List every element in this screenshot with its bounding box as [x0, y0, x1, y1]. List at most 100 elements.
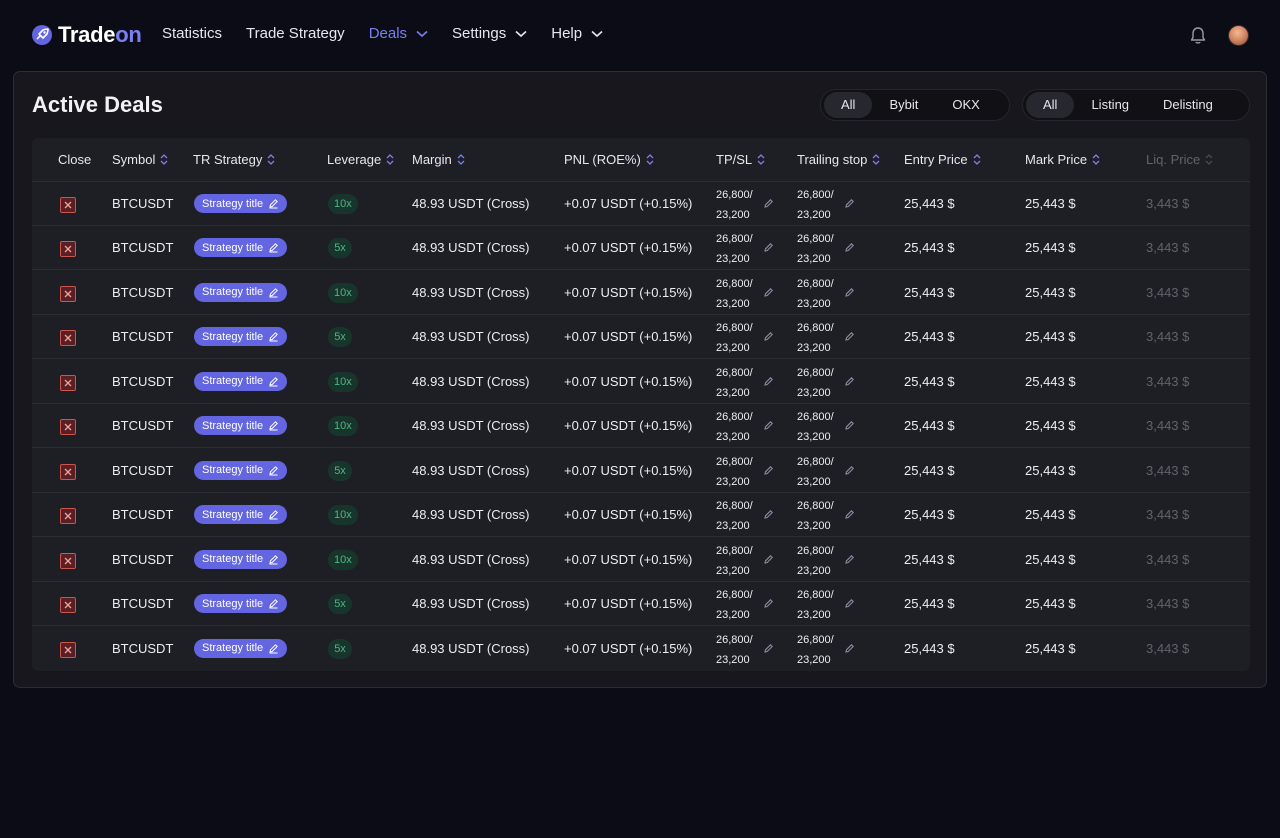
nav-statistics[interactable]: Statistics: [162, 25, 222, 42]
table-row: BTCUSDT Strategy title 5x 48.93 USDT (Cr…: [32, 627, 1250, 671]
close-deal-button[interactable]: [60, 197, 76, 213]
pencil-icon[interactable]: [844, 198, 855, 209]
tpsl-cell: 26,800/ 23,200: [716, 630, 753, 670]
type-filter-all[interactable]: All: [1026, 92, 1075, 118]
close-deal-button[interactable]: [60, 597, 76, 614]
symbol-cell: BTCUSDT: [112, 462, 174, 478]
leverage-badge: 5x: [328, 594, 352, 615]
pencil-icon[interactable]: [844, 465, 855, 476]
col-mark-price[interactable]: Mark Price: [1025, 152, 1100, 167]
close-deal-button[interactable]: [60, 463, 76, 480]
exchange-filter-okx[interactable]: OKX: [935, 92, 996, 118]
strategy-pill[interactable]: Strategy title: [194, 460, 288, 480]
user-avatar[interactable]: [1228, 25, 1249, 46]
nav-deals[interactable]: Deals: [369, 25, 428, 42]
pencil-icon[interactable]: [763, 331, 774, 342]
brand-logo[interactable]: Tradeon: [31, 22, 142, 48]
liq-price-cell: 3,443 $: [1146, 240, 1190, 256]
nav-help[interactable]: Help: [551, 25, 603, 42]
strategy-pill[interactable]: Strategy title: [194, 505, 288, 525]
bell-icon[interactable]: [1189, 26, 1207, 45]
close-deal-button[interactable]: [60, 508, 76, 525]
pencil-icon[interactable]: [763, 554, 774, 565]
trailing-bottom-value: 23,200: [797, 297, 831, 310]
tpsl-cell: 26,800/ 23,200: [716, 318, 753, 358]
col-leverage[interactable]: Leverage: [327, 152, 394, 167]
exchange-filter: All Bybit OKX: [820, 89, 1010, 121]
strategy-pill[interactable]: Strategy title: [194, 371, 288, 391]
liq-price-cell: 3,443 $: [1146, 596, 1190, 612]
pnl-cell: +0.07 USDT (+0.15%): [564, 507, 693, 523]
nav-trade-strategy[interactable]: Trade Strategy: [246, 25, 345, 42]
pencil-icon[interactable]: [763, 376, 774, 387]
symbol-cell: BTCUSDT: [112, 640, 174, 656]
type-filter-listing[interactable]: Listing: [1074, 92, 1146, 118]
type-filter-delisting[interactable]: Delisting: [1146, 92, 1230, 118]
pencil-icon[interactable]: [763, 198, 774, 209]
entry-price-cell: 25,443 $: [904, 284, 955, 300]
trailing-top-value: 26,800/: [797, 633, 834, 646]
col-trailing-stop[interactable]: Trailing stop: [797, 152, 880, 167]
strategy-pill[interactable]: Strategy title: [194, 282, 288, 302]
pnl-cell: +0.07 USDT (+0.15%): [564, 596, 693, 612]
tp-value: 26,800/: [716, 189, 753, 201]
close-deal-button[interactable]: [60, 374, 76, 391]
col-symbol[interactable]: Symbol: [112, 152, 168, 167]
col-pnl[interactable]: PNL (ROE%): [564, 152, 654, 167]
pencil-icon[interactable]: [763, 643, 774, 654]
leverage-badge: 5x: [328, 327, 352, 348]
strategy-pill[interactable]: Strategy title: [194, 638, 288, 658]
pencil-icon[interactable]: [844, 643, 855, 654]
pencil-icon[interactable]: [844, 331, 855, 342]
pencil-icon[interactable]: [763, 242, 774, 253]
pnl-cell: +0.07 USDT (+0.15%): [564, 240, 693, 256]
pencil-icon[interactable]: [844, 242, 855, 253]
pencil-icon[interactable]: [844, 598, 855, 609]
close-deal-button[interactable]: [60, 641, 76, 658]
close-deal-button[interactable]: [60, 285, 76, 302]
sl-value: 23,200: [716, 253, 750, 266]
margin-cell: 48.93 USDT (Cross): [412, 329, 530, 345]
close-deal-button[interactable]: [60, 330, 76, 347]
table-row: BTCUSDT Strategy title 5x 48.93 USDT (Cr…: [32, 582, 1250, 627]
strategy-pill[interactable]: Strategy title: [194, 238, 288, 258]
mark-price-cell: 25,443 $: [1025, 373, 1076, 389]
strategy-pill[interactable]: Strategy title: [194, 549, 288, 569]
col-margin[interactable]: Margin: [412, 152, 465, 167]
col-strategy[interactable]: TR Strategy: [193, 152, 275, 167]
strategy-pill[interactable]: Strategy title: [194, 194, 288, 213]
col-tpsl[interactable]: TP/SL: [716, 152, 765, 167]
trailing-top-value: 26,800/: [797, 189, 834, 201]
pencil-icon[interactable]: [763, 598, 774, 609]
pencil-icon[interactable]: [844, 287, 855, 298]
close-deal-button[interactable]: [60, 552, 76, 569]
chevron-down-icon: [515, 30, 527, 37]
col-entry-price[interactable]: Entry Price: [904, 152, 981, 167]
nav-settings[interactable]: Settings: [452, 25, 527, 42]
pencil-icon[interactable]: [844, 554, 855, 565]
strategy-pill[interactable]: Strategy title: [194, 594, 288, 614]
exchange-filter-all[interactable]: All: [824, 92, 873, 118]
col-liq-price[interactable]: Liq. Price: [1146, 152, 1213, 167]
pencil-icon[interactable]: [844, 509, 855, 520]
pencil-icon[interactable]: [844, 420, 855, 431]
close-deal-button[interactable]: [60, 241, 76, 258]
close-deal-button[interactable]: [60, 419, 76, 436]
entry-price-cell: 25,443 $: [904, 373, 955, 389]
pencil-icon[interactable]: [763, 465, 774, 476]
pnl-cell: +0.07 USDT (+0.15%): [564, 418, 693, 434]
strategy-pill[interactable]: Strategy title: [194, 416, 288, 436]
pencil-icon[interactable]: [844, 376, 855, 387]
pencil-icon[interactable]: [763, 420, 774, 431]
sl-value: 23,200: [716, 653, 750, 666]
pencil-icon[interactable]: [763, 509, 774, 520]
trailing-bottom-value: 23,200: [797, 386, 831, 399]
trailing-stop-cell: 26,800/ 23,200: [797, 452, 834, 492]
sl-value: 23,200: [716, 297, 750, 310]
sl-value: 23,200: [716, 609, 750, 622]
strategy-pill[interactable]: Strategy title: [194, 327, 288, 347]
tp-value: 26,800/: [716, 455, 753, 468]
pencil-icon[interactable]: [763, 287, 774, 298]
exchange-filter-bybit[interactable]: Bybit: [872, 92, 935, 118]
tpsl-cell: 26,800/ 23,200: [716, 274, 753, 314]
